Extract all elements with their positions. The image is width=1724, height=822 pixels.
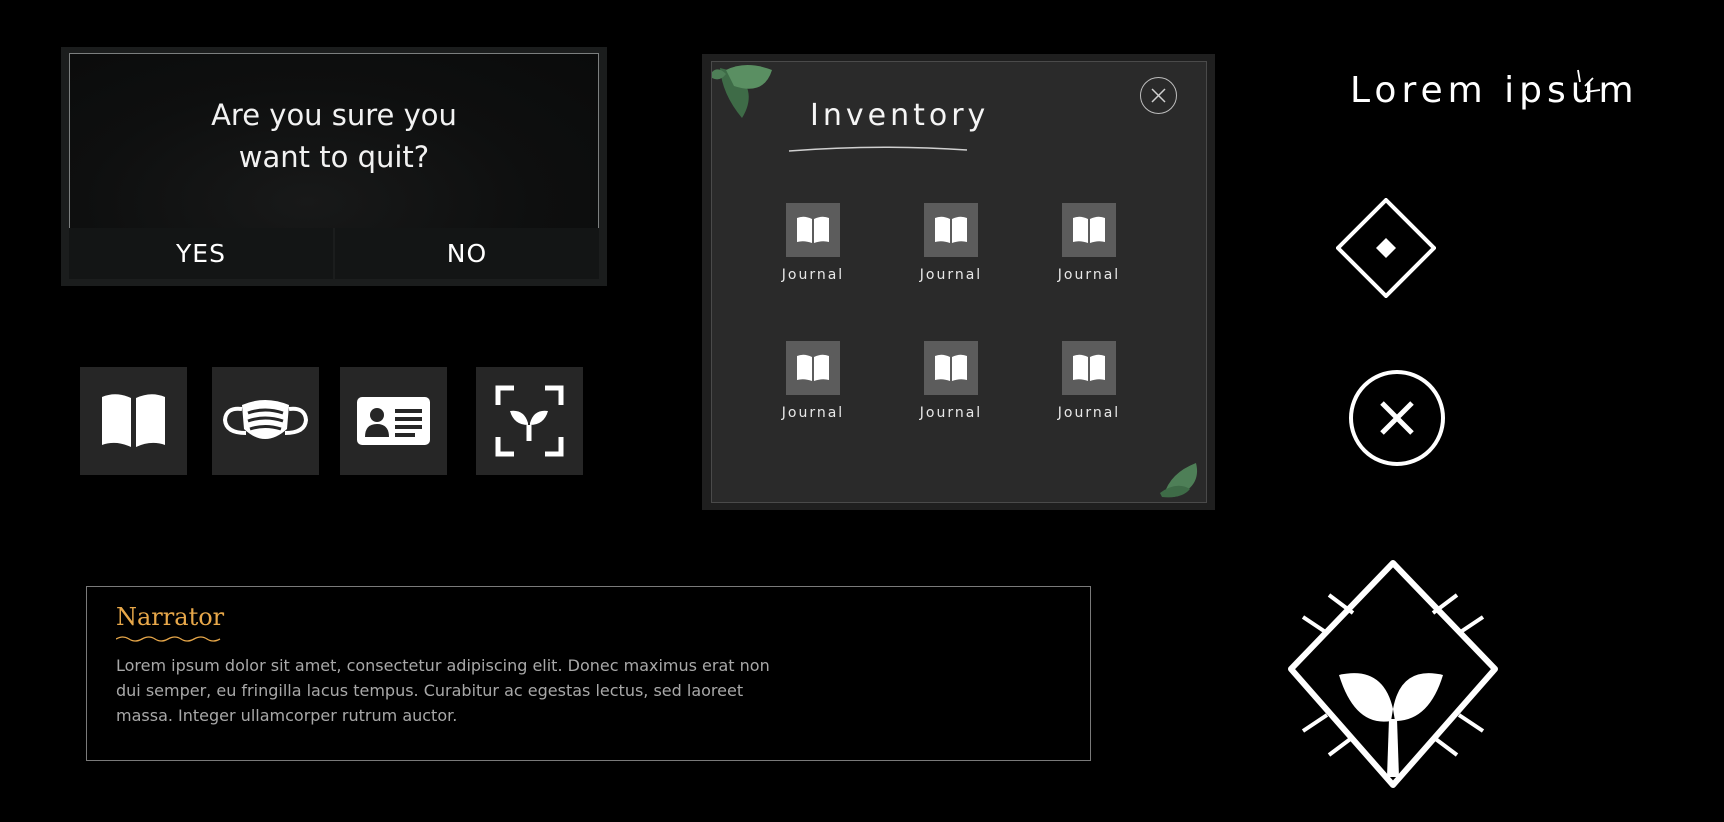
slot-id-card[interactable] [340,367,447,475]
scan-plant-icon [495,385,564,457]
quit-dialog: Are you sure you want to quit? YES NO [61,47,607,286]
yes-button[interactable]: YES [69,228,333,279]
inventory-title: Inventory [810,98,990,133]
slot-mask[interactable] [212,367,319,475]
leaf-icon [1160,463,1198,498]
journal-icon-slot [924,341,978,395]
inventory-item-label: Journal [919,405,983,421]
face-mask-icon [222,400,309,439]
journal-icon-slot [786,203,840,257]
journal-icon-slot [1062,203,1116,257]
inventory-item[interactable]: Journal [1044,203,1134,283]
inventory-close-button[interactable] [1140,77,1177,114]
journal-icon [797,216,829,243]
journal-icon [935,354,967,381]
inventory-item[interactable]: Journal [1044,341,1134,421]
journal-icon-slot [924,203,978,257]
id-card-icon [357,397,430,445]
inventory-body: Inventory Journal Journal Journal Journal Jo… [711,61,1207,503]
quit-dialog-body: Are you sure you want to quit? [69,53,599,228]
journal-icon [1073,354,1105,381]
diamond-icon[interactable] [1336,198,1436,298]
leaf-icon [712,65,772,118]
journal-icon [1073,216,1105,243]
sprout-emblem-icon [1288,560,1498,788]
no-button[interactable]: NO [335,228,599,279]
inventory-item-label: Journal [919,267,983,283]
inventory-item-label: Journal [1057,267,1121,283]
title-underline [788,146,968,152]
journal-icon-slot [1062,341,1116,395]
inventory-item[interactable]: Journal [906,203,996,283]
journal-icon [797,354,829,381]
dialog-text: Lorem ipsum dolor sit amet, consectetur … [116,656,770,725]
inventory-panel: Inventory Journal Journal Journal Journal Jo… [702,54,1215,510]
inventory-item-label: Journal [1057,405,1121,421]
speaker-underline [116,636,221,642]
inventory-item-label: Journal [781,267,845,283]
quit-message: Are you sure you want to quit? [211,98,457,174]
close-icon [1151,88,1166,103]
slot-book[interactable] [80,367,187,475]
journal-icon [935,216,967,243]
narrator-dialog: Narrator Lorem ipsum dolor sit amet, con… [86,586,1091,761]
slot-scan-plant[interactable] [476,367,583,475]
close-circle-icon[interactable] [1347,368,1447,468]
open-book-icon [102,394,165,447]
inventory-item[interactable]: Journal [768,203,858,283]
inventory-item[interactable]: Journal [768,341,858,421]
inventory-item[interactable]: Journal [906,341,996,421]
journal-icon-slot [786,341,840,395]
inventory-item-label: Journal [781,405,845,421]
speaker-name: Narrator [116,603,225,631]
sparkle-icon [1577,69,1601,93]
